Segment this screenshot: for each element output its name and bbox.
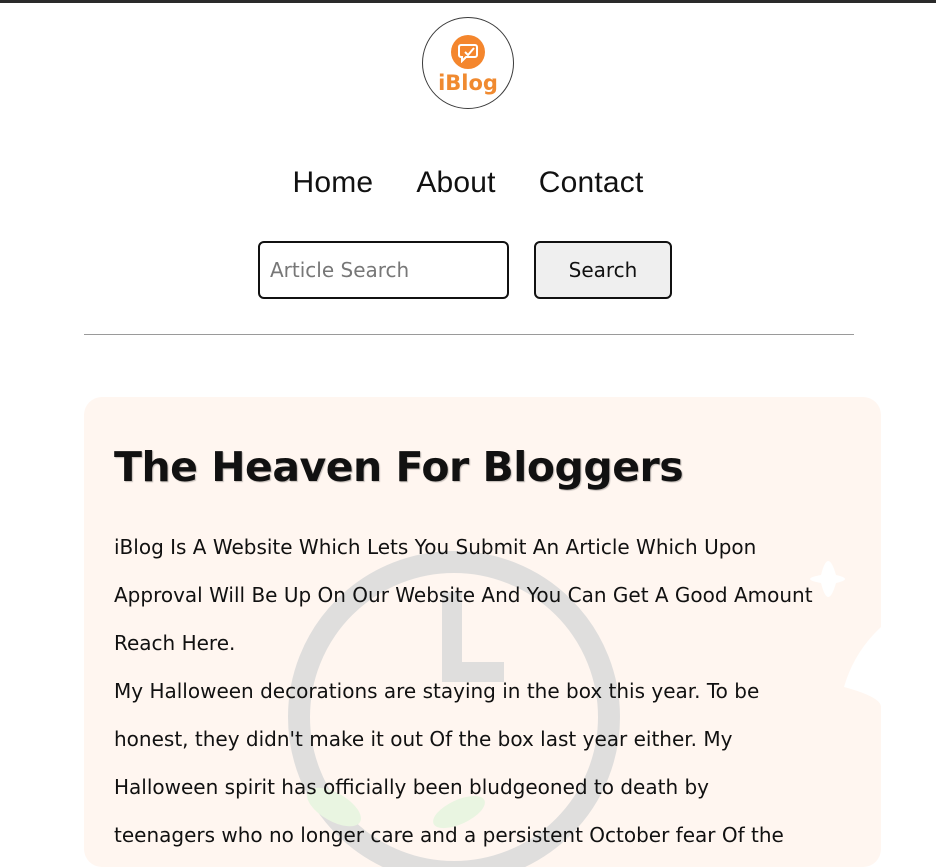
search-button[interactable]: Search [534, 241, 672, 299]
site-logo[interactable]: iBlog [422, 17, 514, 109]
hero-title: The Heaven For Bloggers [114, 443, 684, 491]
chat-bubble-icon [451, 35, 485, 69]
header-divider [84, 334, 854, 335]
hero-paragraph: My Halloween decorations are staying in … [114, 679, 784, 847]
nav-home[interactable]: Home [292, 166, 373, 200]
logo-text: iBlog [438, 71, 498, 95]
nav-contact[interactable]: Contact [539, 166, 644, 200]
hero-section: The Heaven For Bloggers iBlog Is A Websi… [84, 397, 881, 867]
main-nav: Home About Contact [0, 166, 936, 200]
nav-about[interactable]: About [416, 166, 495, 200]
hero-paragraph: iBlog Is A Website Which Lets You Submit… [114, 535, 813, 655]
article-search-input[interactable] [258, 241, 509, 299]
hero-body: iBlog Is A Website Which Lets You Submit… [114, 523, 814, 859]
